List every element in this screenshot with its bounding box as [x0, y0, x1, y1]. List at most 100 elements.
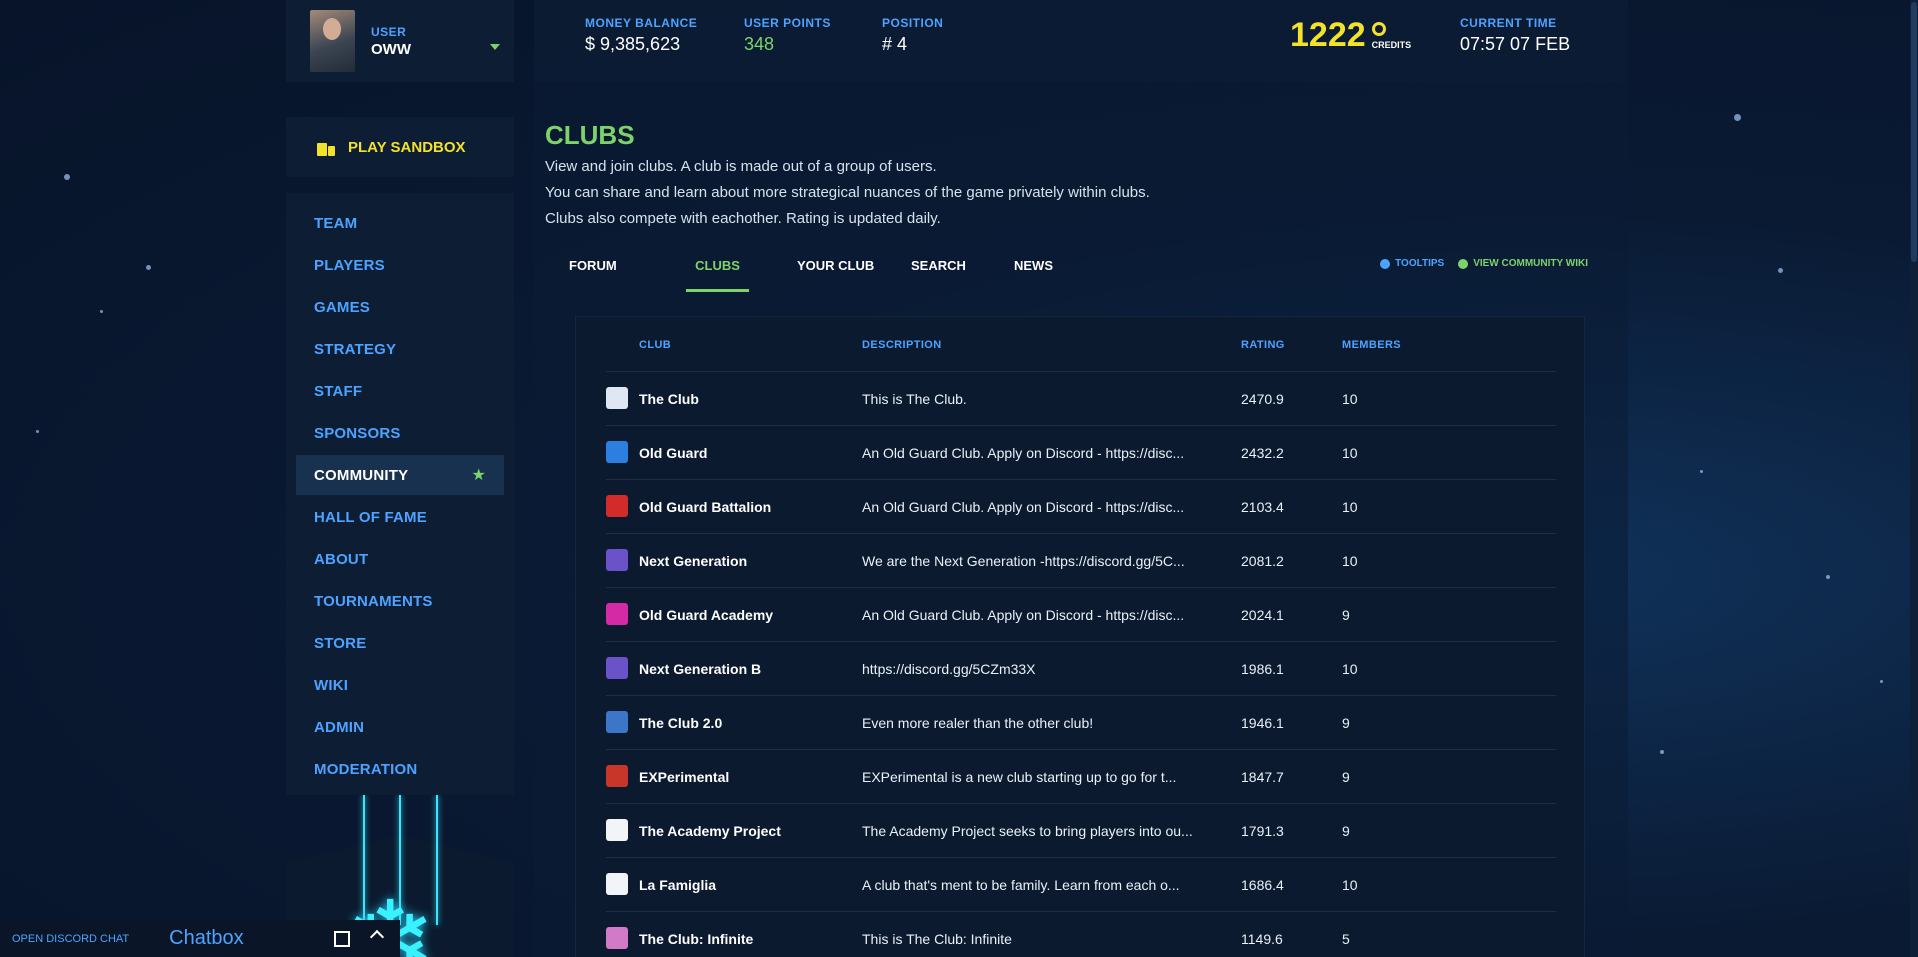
chevron-up-icon[interactable] — [369, 929, 385, 945]
sidebar-item-sponsors[interactable]: SPONSORS — [296, 413, 504, 453]
column-header-members[interactable]: MEMBERS — [1342, 339, 1401, 351]
tab-news[interactable]: NEWS — [1014, 252, 1053, 292]
scrollbar-thumb[interactable] — [1911, 2, 1917, 262]
sidebar-item-label: WIKI — [314, 676, 349, 694]
sidebar-item-tournaments[interactable]: TOURNAMENTS — [296, 581, 504, 621]
avatar — [310, 10, 355, 72]
club-members: 10 — [1342, 391, 1358, 407]
sidebar-item-label: MODERATION — [314, 760, 418, 778]
description-line: View and join clubs. A club is made out … — [545, 158, 937, 175]
club-logo-icon — [606, 711, 628, 733]
sidebar-item-label: TOURNAMENTS — [314, 592, 433, 610]
sidebar-item-games[interactable]: GAMES — [296, 287, 504, 327]
user-points-value: 348 — [744, 34, 775, 54]
sidebar-nav: TEAM PLAYERS GAMES STRATEGY STAFF SPONSO… — [286, 193, 514, 795]
sidebar-item-store[interactable]: STORE — [296, 623, 504, 663]
column-header-rating[interactable]: RATING — [1241, 339, 1285, 351]
sidebar-item-label: GAMES — [314, 298, 371, 316]
table-row[interactable]: La Famiglia A club that's ment to be fami… — [606, 857, 1556, 911]
club-name[interactable]: The Club: Infinite — [639, 931, 753, 947]
tab-your-club[interactable]: YOUR CLUB — [797, 252, 874, 292]
tab-search[interactable]: SEARCH — [911, 252, 966, 292]
club-rating: 2470.9 — [1241, 391, 1284, 407]
view-community-wiki-link[interactable]: VIEW COMMUNITY WIKI — [1458, 258, 1588, 269]
sidebar-item-players[interactable]: PLAYERS — [296, 245, 504, 285]
sidebar-item-about[interactable]: ABOUT — [296, 539, 504, 579]
tooltips-link[interactable]: TOOLTIPS — [1380, 258, 1444, 269]
maximize-icon[interactable] — [334, 931, 350, 947]
current-time-label: CURRENT TIME — [1460, 16, 1557, 30]
club-rating: 1686.4 — [1241, 877, 1284, 893]
tab-label: YOUR CLUB — [797, 258, 875, 273]
scrollbar[interactable] — [1910, 0, 1918, 957]
club-name[interactable]: The Club 2.0 — [639, 715, 722, 731]
sidebar-item-label: STORE — [314, 634, 367, 652]
sidebar-item-staff[interactable]: STAFF — [296, 371, 504, 411]
description-line: Clubs also compete with eachother. Ratin… — [545, 210, 941, 227]
chevron-down-icon[interactable] — [490, 44, 500, 50]
club-name[interactable]: La Famiglia — [639, 877, 716, 893]
sidebar-item-wiki[interactable]: WIKI — [296, 665, 504, 705]
club-name[interactable]: Next Generation — [639, 553, 747, 569]
club-description: https://discord.gg/5CZm33X — [862, 661, 1036, 677]
tab-forum[interactable]: FORUM — [569, 252, 617, 292]
user-name: OWW — [371, 40, 411, 58]
tab-label: NEWS — [1014, 258, 1053, 273]
club-rating: 1791.3 — [1241, 823, 1284, 839]
club-members: 9 — [1342, 769, 1350, 785]
tab-clubs[interactable]: CLUBS — [686, 252, 749, 292]
credits-value: 1222 — [1290, 16, 1366, 54]
user-menu[interactable]: USER OWW — [286, 0, 514, 82]
club-rating: 2432.2 — [1241, 445, 1284, 461]
club-name[interactable]: Old Guard Battalion — [639, 499, 771, 515]
sidebar-item-admin[interactable]: ADMIN — [296, 707, 504, 747]
club-rating: 1149.6 — [1241, 931, 1283, 947]
table-header: CLUB DESCRIPTION RATING MEMBERS — [576, 317, 1584, 371]
table-row[interactable]: The Club This is The Club. 2470.9 10 — [606, 371, 1556, 425]
column-header-description[interactable]: DESCRIPTION — [862, 339, 942, 351]
sidebar-item-label: SPONSORS — [314, 424, 401, 442]
credits[interactable]: 1222 CREDITS — [1290, 18, 1411, 52]
sidebar-item-label: STAFF — [314, 382, 363, 400]
page-title: CLUBS — [545, 120, 635, 150]
info-icon — [1380, 258, 1391, 269]
tab-label: SEARCH — [911, 258, 966, 273]
club-name[interactable]: Next Generation B — [639, 661, 761, 677]
sandbox-icon — [314, 137, 336, 157]
sidebar-item-team[interactable]: TEAM — [296, 203, 504, 243]
club-name[interactable]: The Club — [639, 391, 699, 407]
club-logo-icon — [606, 819, 628, 841]
club-description: An Old Guard Club. Apply on Discord - ht… — [862, 445, 1185, 461]
sidebar-item-label: COMMUNITY — [314, 466, 409, 484]
club-name[interactable]: The Academy Project — [639, 823, 781, 839]
sidebar-item-strategy[interactable]: STRATEGY — [296, 329, 504, 369]
play-sandbox-button[interactable]: PLAY SANDBOX — [286, 117, 514, 177]
table-row[interactable]: Old Guard Battalion An Old Guard Club. Ap… — [606, 479, 1556, 533]
sidebar-item-label: ABOUT — [314, 550, 369, 568]
sidebar-item-community[interactable]: COMMUNITY ★ — [296, 455, 504, 495]
user-points: USER POINTS 348 — [744, 16, 831, 55]
wiki-label: VIEW COMMUNITY WIKI — [1473, 258, 1588, 269]
table-row[interactable]: Old Guard An Old Guard Club. Apply on Dis… — [606, 425, 1556, 479]
table-row[interactable]: The Club 2.0 Even more realer than the ot… — [606, 695, 1556, 749]
column-header-club[interactable]: CLUB — [639, 339, 671, 351]
chatbox-title[interactable]: Chatbox — [169, 927, 244, 950]
sidebar-item-moderation[interactable]: MODERATION — [296, 749, 504, 789]
table-row[interactable]: Old Guard Academy An Old Guard Club. Appl… — [606, 587, 1556, 641]
open-discord-chat-link[interactable]: OPEN DISCORD CHAT — [12, 933, 129, 945]
table-row[interactable]: The Club: Infinite This is The Club: Infi… — [606, 911, 1556, 957]
table-row[interactable]: Next Generation B https://discord.gg/5CZm… — [606, 641, 1556, 695]
credits-unit: CREDITS — [1371, 40, 1412, 50]
club-name[interactable]: Old Guard — [639, 445, 707, 461]
club-description: This is The Club: Infinite — [862, 931, 1012, 947]
money-balance-value: $ 9,385,623 — [585, 34, 681, 54]
club-name[interactable]: Old Guard Academy — [639, 607, 773, 623]
table-row[interactable]: Next Generation We are the Next Generatio… — [606, 533, 1556, 587]
table-row[interactable]: EXPerimental EXPerimental is a new club s… — [606, 749, 1556, 803]
money-balance-label: MONEY BALANCE — [585, 16, 698, 30]
table-row[interactable]: The Academy Project The Academy Project s… — [606, 803, 1556, 857]
club-logo-icon — [606, 495, 628, 517]
description-line: You can share and learn about more strat… — [545, 184, 1150, 201]
club-name[interactable]: EXPerimental — [639, 769, 729, 785]
sidebar-item-hall-of-fame[interactable]: HALL OF FAME — [296, 497, 504, 537]
